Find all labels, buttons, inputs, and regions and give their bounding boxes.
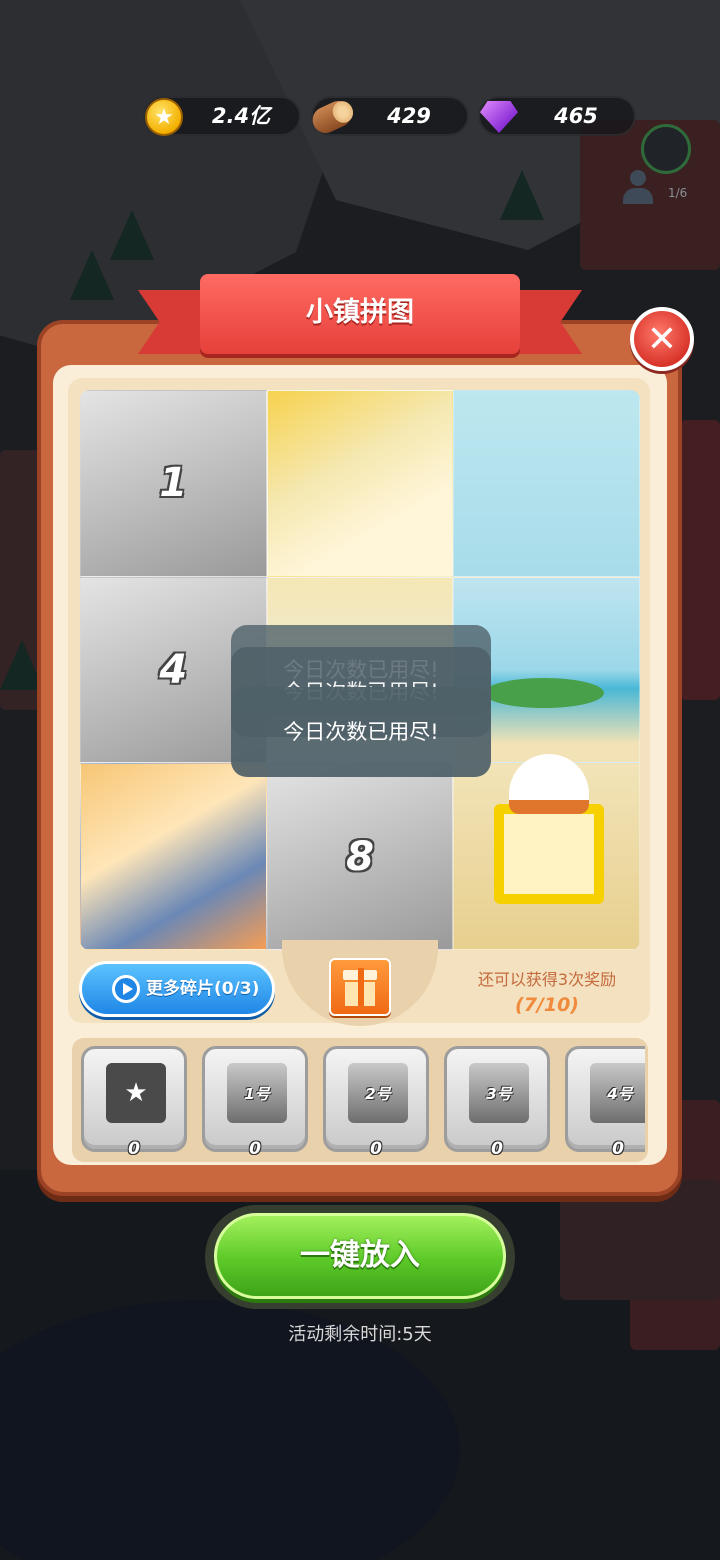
coin-icon: ★: [141, 94, 187, 140]
tower: [494, 804, 605, 905]
close-icon: ✕: [646, 318, 678, 360]
more-pieces-button[interactable]: 更多碎片(0/3): [79, 961, 275, 1017]
puzzle-piece-7: [80, 763, 267, 950]
puzzle-piece-icon: 3号: [469, 1063, 529, 1123]
piece-count: 0: [370, 1139, 382, 1159]
tray-clip: 4号 0: [565, 1040, 645, 1160]
puzzle-piece-2: [266, 390, 454, 577]
puzzle-piece-3: [453, 390, 640, 577]
toast-message: 今日次数已用尽!: [231, 687, 491, 777]
coin-value: 2.4亿: [211, 104, 271, 128]
place-all-button[interactable]: 一键放入: [214, 1213, 506, 1299]
event-time-remaining: 活动剩余时间:5天: [288, 1324, 432, 1345]
gift-icon[interactable]: [329, 958, 391, 1016]
piece-slot-1[interactable]: 1号 0: [202, 1046, 308, 1159]
chef-hat-icon: [509, 754, 590, 815]
gem-value: 465: [554, 104, 598, 128]
play-video-icon: [112, 975, 140, 1003]
piece-slot-3[interactable]: 3号 0: [444, 1046, 550, 1159]
piece-count: 0: [612, 1139, 624, 1159]
more-pieces-label: 更多碎片(0/3): [146, 979, 260, 999]
wood-value: 429: [387, 104, 431, 128]
player-count: 1/6: [668, 186, 688, 200]
reward-remaining-text: 还可以获得3次奖励: [477, 970, 617, 989]
wood-counter[interactable]: 429: [308, 96, 469, 138]
timer-icon: [641, 124, 691, 174]
puzzle-piece-icon: 1号: [227, 1063, 287, 1123]
piece-count: 0: [128, 1139, 140, 1159]
player-icon: [620, 170, 656, 210]
panel-title: 小镇拼图: [306, 297, 414, 328]
puzzle-piece-icon: 4号: [590, 1063, 645, 1123]
piece-slot-2[interactable]: 2号 0: [323, 1046, 429, 1159]
piece-slot-star[interactable]: ★ 0: [81, 1046, 187, 1159]
puzzle-piece-icon: 2号: [348, 1063, 408, 1123]
puzzle-piece-9: [453, 754, 640, 950]
puzzle-slot-number: 1: [159, 460, 188, 507]
island: [484, 677, 605, 708]
wood-log-icon: [308, 94, 356, 140]
piece-count: 0: [249, 1139, 261, 1159]
puzzle-slot-number: 8: [346, 833, 374, 880]
close-button[interactable]: ✕: [630, 307, 694, 371]
star-piece-icon: ★: [106, 1063, 166, 1123]
gem-counter[interactable]: 465: [478, 96, 636, 136]
coin-counter[interactable]: ★ 2.4亿: [143, 96, 301, 136]
puzzle-slot-8[interactable]: 8: [266, 763, 454, 950]
puzzle-slot-number: 4: [159, 646, 188, 693]
piece-slot-4[interactable]: 4号 0: [565, 1046, 645, 1159]
reward-progress: (7/10): [515, 994, 579, 1016]
puzzle-slot-1[interactable]: 1: [80, 390, 267, 577]
gem-icon: [476, 94, 522, 140]
piece-count: 0: [491, 1139, 503, 1159]
